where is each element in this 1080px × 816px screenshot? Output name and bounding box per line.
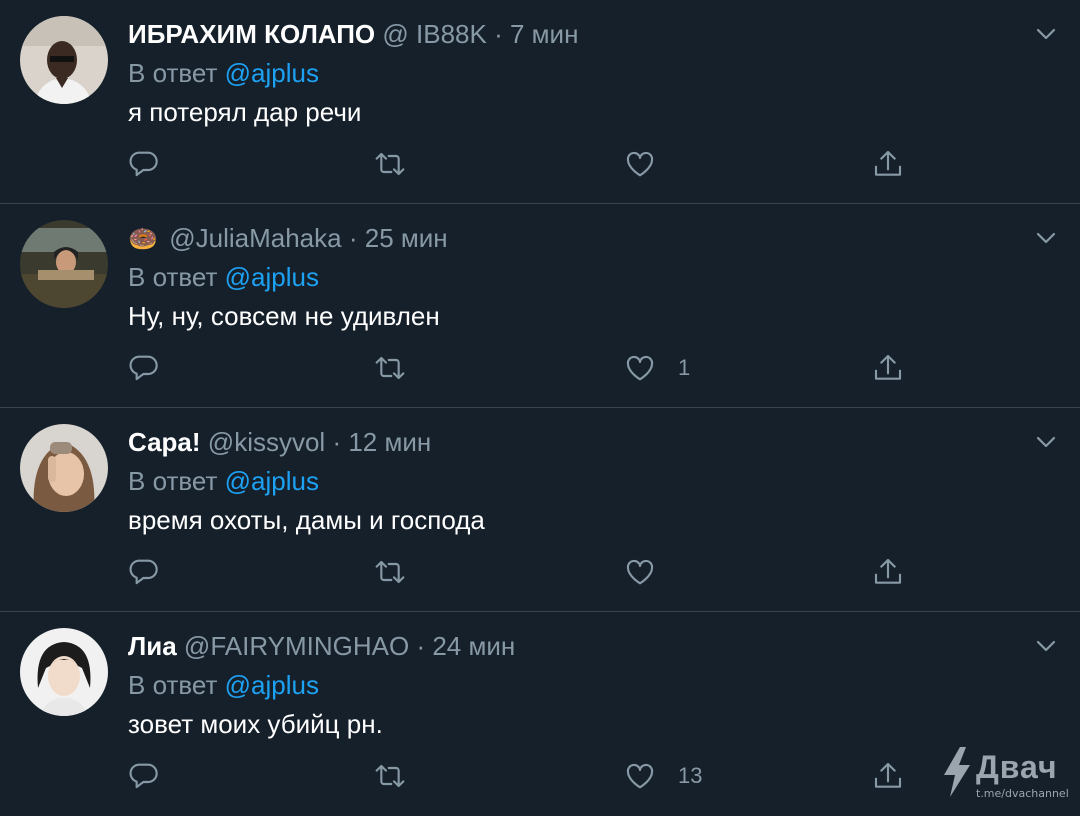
tweet-text: Ну, ну, совсем не удивлен (128, 301, 440, 331)
watermark-name: Двач (976, 749, 1058, 785)
like-button[interactable]: 1 (624, 350, 690, 386)
like-button[interactable] (624, 554, 678, 590)
tweet[interactable]: ИБРАХИМ КОЛАПО @ IB88K · 7 мин В ответ @… (0, 0, 1080, 204)
display-name[interactable]: ИБРАХИМ КОЛАПО (128, 19, 375, 49)
tweet-actions (128, 554, 928, 590)
reply-button[interactable] (128, 758, 160, 794)
lightning-icon (944, 747, 970, 797)
separator: · (348, 223, 358, 253)
heart-icon (626, 355, 654, 381)
heart-icon (626, 763, 654, 789)
retweet-icon (375, 764, 405, 788)
reply-context: В ответ @ajplus (128, 464, 319, 498)
like-button[interactable] (624, 146, 678, 182)
watermark: Двач t.me/dvachannel (940, 747, 1074, 803)
reply-prefix: В ответ (128, 58, 218, 88)
heart-icon (626, 151, 654, 177)
reply-icon (129, 559, 158, 585)
share-icon (874, 150, 902, 176)
display-name[interactable]: Сара! (128, 427, 201, 457)
share-icon (874, 558, 902, 584)
tweet-actions (128, 146, 928, 182)
retweet-button[interactable] (374, 758, 406, 794)
reply-context: В ответ @ajplus (128, 668, 319, 702)
user-handle[interactable]: @FAIRYMINGHAO (184, 631, 409, 661)
tweet-header: 🍩 @JuliaMahaka · 25 мин (128, 221, 1020, 255)
chevron-down-icon[interactable] (1034, 22, 1058, 46)
retweet-button[interactable] (374, 350, 406, 386)
share-button[interactable] (872, 554, 904, 590)
chevron-down-icon[interactable] (1034, 634, 1058, 658)
separator: · (332, 427, 342, 457)
tweet-actions: 13 (128, 758, 928, 794)
like-count: 1 (678, 355, 691, 380)
avatar[interactable] (20, 424, 108, 512)
separator: · (494, 19, 503, 49)
tweet-header: Сара! @kissyvol · 12 мин (128, 425, 1020, 459)
tweet-text: зовет моих убийц рн. (128, 709, 383, 739)
timestamp[interactable]: 24 мин (432, 631, 515, 661)
share-button[interactable] (872, 350, 904, 386)
user-handle[interactable]: @kissyvol (208, 427, 325, 457)
display-name[interactable]: Лиа (128, 631, 177, 661)
tweet-text: время охоты, дамы и господа (128, 505, 485, 535)
reply-prefix: В ответ (128, 262, 218, 292)
reply-feed: ИБРАХИМ КОЛАПО @ IB88K · 7 мин В ответ @… (0, 0, 1080, 816)
like-count: 13 (678, 763, 703, 788)
reply-mention[interactable]: @ajplus (225, 466, 319, 496)
reply-button[interactable] (128, 146, 160, 182)
timestamp[interactable]: 12 мин (348, 427, 431, 457)
tweet-actions: 1 (128, 350, 928, 386)
reply-mention[interactable]: @ajplus (225, 58, 319, 88)
tweet[interactable]: Сара! @kissyvol · 12 мин В ответ @ajplus… (0, 408, 1080, 612)
watermark-url: t.me/dvachannel (976, 787, 1069, 800)
retweet-icon (375, 356, 405, 380)
timestamp[interactable]: 7 мин (510, 19, 578, 49)
chevron-down-icon[interactable] (1034, 226, 1058, 250)
reply-icon (129, 355, 158, 381)
reply-prefix: В ответ (128, 466, 218, 496)
tweet[interactable]: Лиа @FAIRYMINGHAO · 24 мин В ответ @ajpl… (0, 612, 1080, 816)
share-icon (874, 354, 902, 380)
reply-mention[interactable]: @ajplus (225, 262, 319, 292)
reply-button[interactable] (128, 554, 160, 590)
share-icon (874, 762, 902, 788)
share-button[interactable] (872, 758, 904, 794)
retweet-button[interactable] (374, 146, 406, 182)
user-handle[interactable]: @ IB88K (382, 19, 486, 49)
display-name-emoji[interactable]: 🍩 (128, 223, 162, 257)
reply-icon (129, 763, 158, 789)
share-button[interactable] (872, 146, 904, 182)
tweet-header: ИБРАХИМ КОЛАПО @ IB88K · 7 мин (128, 17, 1020, 51)
reply-context: В ответ @ajplus (128, 260, 319, 294)
reply-prefix: В ответ (128, 670, 218, 700)
retweet-icon (375, 560, 405, 584)
avatar[interactable] (20, 220, 108, 308)
reply-icon (129, 151, 158, 177)
avatar[interactable] (20, 16, 108, 104)
timestamp[interactable]: 25 мин (365, 223, 448, 253)
chevron-down-icon[interactable] (1034, 430, 1058, 454)
separator: · (416, 631, 426, 661)
heart-icon (626, 559, 654, 585)
reply-button[interactable] (128, 350, 160, 386)
tweet-text: я потерял дар речи (128, 97, 362, 127)
reply-context: В ответ @ajplus (128, 56, 319, 90)
retweet-button[interactable] (374, 554, 406, 590)
like-button[interactable]: 13 (624, 758, 702, 794)
user-handle[interactable]: @JuliaMahaka (169, 223, 341, 253)
tweet-header: Лиа @FAIRYMINGHAO · 24 мин (128, 629, 1020, 663)
retweet-icon (375, 152, 405, 176)
avatar[interactable] (20, 628, 108, 716)
tweet[interactable]: 🍩 @JuliaMahaka · 25 мин В ответ @ajplus … (0, 204, 1080, 408)
reply-mention[interactable]: @ajplus (225, 670, 319, 700)
